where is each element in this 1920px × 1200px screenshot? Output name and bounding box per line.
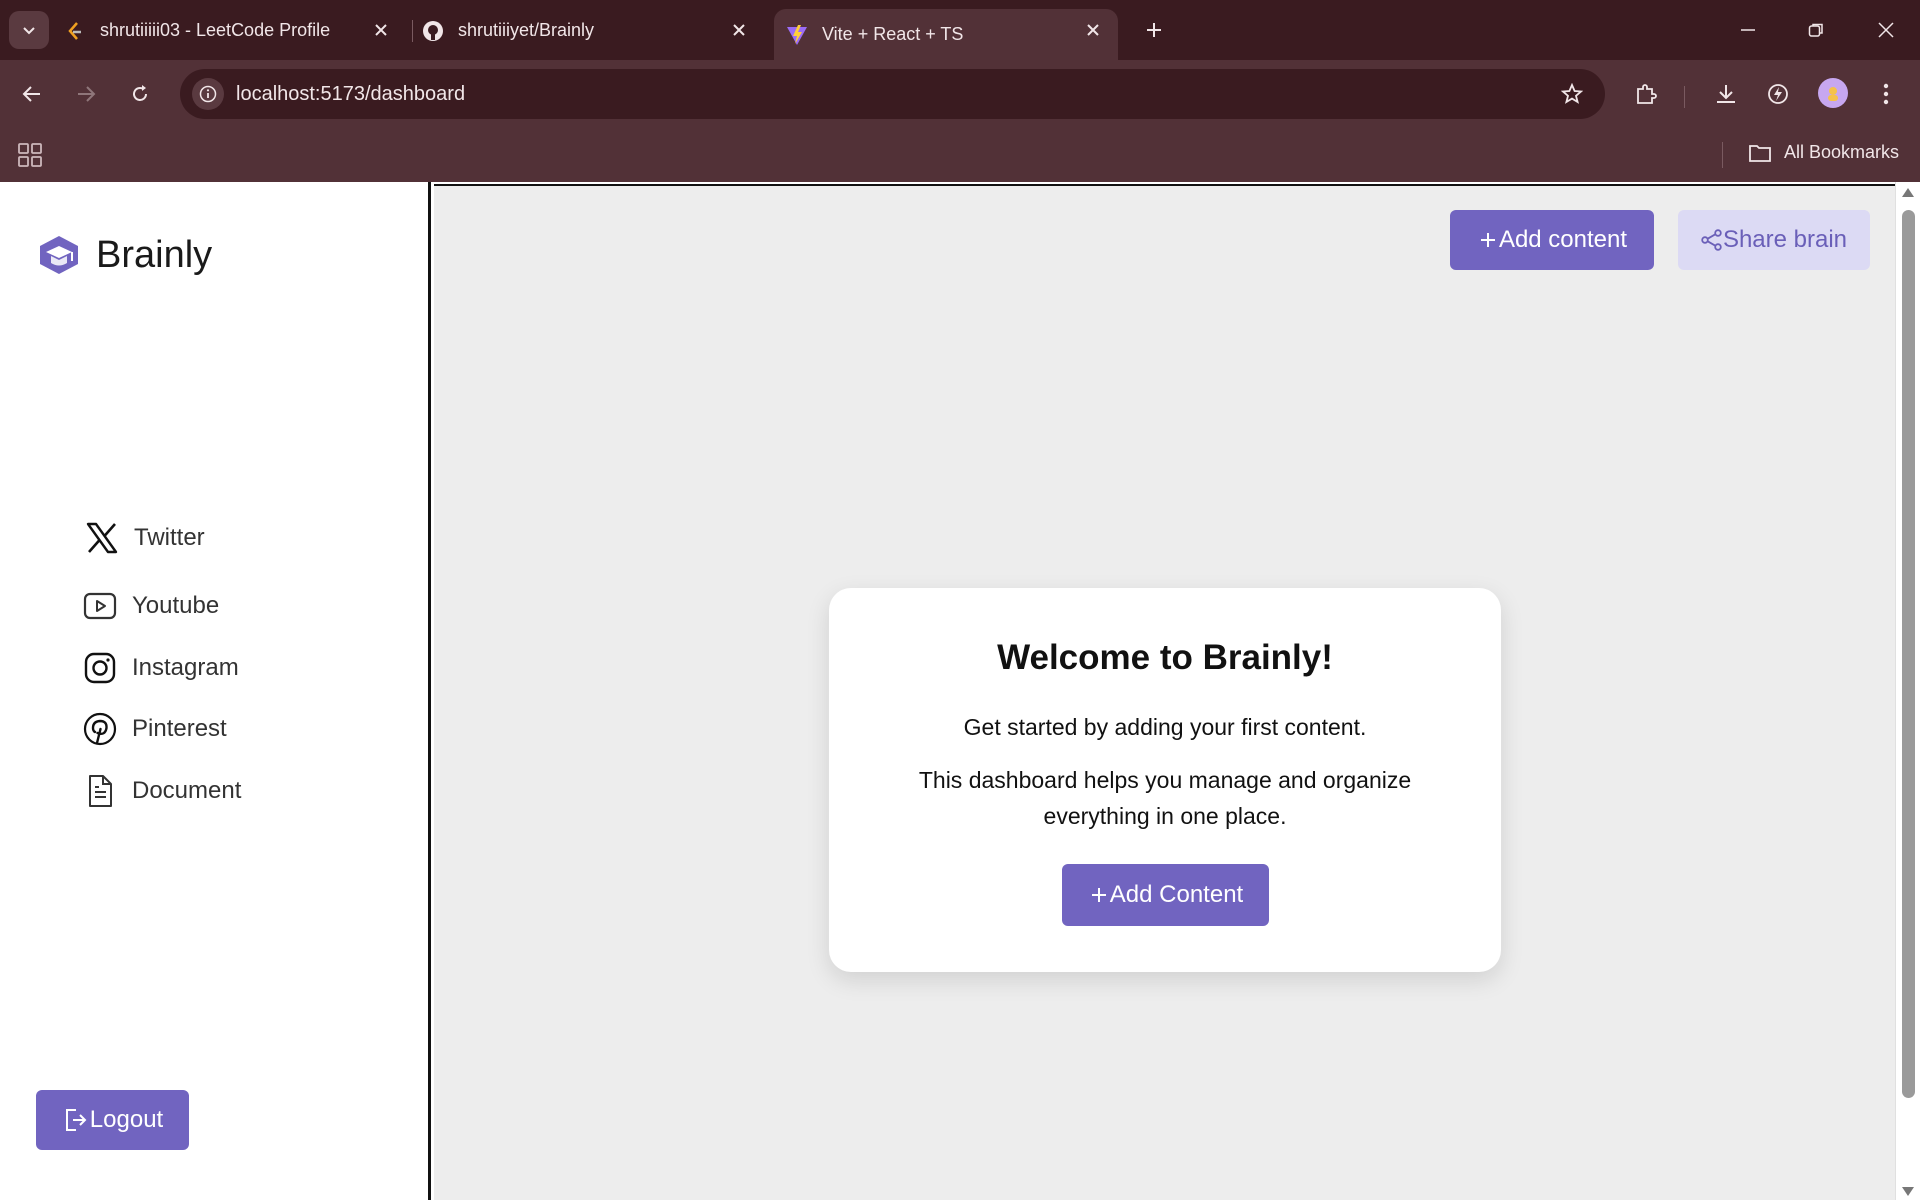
brand[interactable]: Brainly <box>36 232 212 278</box>
bookmarks-separator <box>1722 142 1723 168</box>
menu-kebab-icon[interactable] <box>1870 78 1902 110</box>
app-page: Brainly Twitter Youtube Instagram Pinter… <box>0 182 1920 1200</box>
vite-icon <box>786 24 808 46</box>
sidebar-item-pinterest[interactable]: Pinterest <box>82 711 227 747</box>
sidebar-item-label: Youtube <box>132 592 220 619</box>
sidebar-item-instagram[interactable]: Instagram <box>82 650 239 686</box>
all-bookmarks-button[interactable]: All Bookmarks <box>1748 142 1899 163</box>
page-scrollbar[interactable] <box>1895 182 1920 1200</box>
restore-button[interactable] <box>1796 12 1836 48</box>
address-bar[interactable]: localhost:5173/dashboard <box>180 69 1605 119</box>
welcome-card: Welcome to Brainly! Get started by addin… <box>829 588 1501 972</box>
bookmark-star-icon[interactable] <box>1559 81 1585 107</box>
new-tab-button[interactable] <box>1138 14 1170 46</box>
chevron-down-icon <box>23 27 35 35</box>
scrollbar-thumb[interactable] <box>1902 210 1915 1098</box>
sidebar-item-document[interactable]: Document <box>82 773 241 809</box>
sidebar-item-label: Document <box>132 777 242 804</box>
tab-title: Vite + React + TS <box>822 24 964 44</box>
bookmarks-bar: All Bookmarks <box>0 128 1920 182</box>
logout-icon <box>62 1107 88 1133</box>
tab-leetcode[interactable]: shrutiiiii03 - LeetCode Profile <box>64 9 406 52</box>
site-info-icon[interactable] <box>192 78 224 110</box>
sidebar-item-youtube[interactable]: Youtube <box>82 588 219 624</box>
document-icon <box>82 773 118 809</box>
avatar-icon <box>1828 87 1838 101</box>
reload-button[interactable] <box>122 76 158 112</box>
logout-button[interactable]: Logout <box>36 1090 189 1150</box>
welcome-add-content-label: Add Content <box>1109 881 1244 908</box>
leetcode-icon <box>64 20 86 42</box>
tab-title: shrutiiiyet/Brainly <box>458 20 595 40</box>
tab-title: shrutiiiii03 - LeetCode Profile <box>100 20 331 40</box>
x-twitter-icon <box>84 520 120 556</box>
apps-grid-icon[interactable] <box>16 141 44 169</box>
extensions-icon[interactable] <box>1630 78 1662 110</box>
arrow-right-icon <box>78 86 96 102</box>
add-content-button[interactable]: Add content <box>1450 210 1654 270</box>
scroll-down-arrow-icon[interactable] <box>1902 1187 1914 1196</box>
share-brain-label: Share brain <box>1722 226 1848 253</box>
brand-name: Brainly <box>96 233 213 276</box>
share-icon <box>1701 229 1723 251</box>
browser-toolbar: localhost:5173/dashboard <box>0 60 1920 128</box>
profile-avatar[interactable] <box>1818 78 1848 108</box>
back-button[interactable] <box>14 76 50 112</box>
toolbar-separator <box>1684 86 1685 108</box>
sidebar-item-label: Twitter <box>134 524 205 551</box>
performance-icon[interactable] <box>1762 78 1794 110</box>
youtube-icon <box>82 588 118 624</box>
close-icon <box>1878 22 1894 38</box>
minimize-button[interactable] <box>1728 12 1768 48</box>
minimize-icon <box>1741 29 1755 31</box>
tab-search-button[interactable] <box>9 11 49 49</box>
plus-icon <box>1477 229 1499 251</box>
all-bookmarks-label: All Bookmarks <box>1784 142 1900 162</box>
restore-icon <box>1808 23 1823 37</box>
arrow-left-icon <box>22 86 40 102</box>
close-tab-icon[interactable] <box>1082 19 1104 41</box>
close-window-button[interactable] <box>1866 12 1906 48</box>
sidebar-item-label: Pinterest <box>132 715 227 742</box>
sidebar: Brainly Twitter Youtube Instagram Pinter… <box>0 182 431 1200</box>
tab-vite[interactable]: Vite + React + TS <box>774 9 1118 60</box>
url-text: localhost:5173/dashboard <box>236 83 466 105</box>
scroll-up-arrow-icon[interactable] <box>1902 188 1914 197</box>
graduation-cap-logo-icon <box>40 236 78 274</box>
sidebar-item-label: Instagram <box>132 654 239 681</box>
forward-button[interactable] <box>68 76 104 112</box>
sidebar-item-twitter[interactable]: Twitter <box>84 520 205 556</box>
welcome-line-2: This dashboard helps you manage and orga… <box>918 767 1412 829</box>
add-content-label: Add content <box>1498 226 1628 253</box>
folder-icon <box>1749 144 1771 162</box>
close-tab-icon[interactable] <box>370 19 392 41</box>
welcome-add-content-button[interactable]: Add Content <box>1062 864 1269 926</box>
close-tab-icon[interactable] <box>728 19 750 41</box>
main-content: Add content Share brain Welcome to Brain… <box>434 184 1895 1200</box>
welcome-title: Welcome to Brainly! <box>997 638 1333 677</box>
share-brain-button[interactable]: Share brain <box>1678 210 1870 270</box>
pinterest-icon <box>82 711 118 747</box>
welcome-line-1: Get started by adding your first content… <box>963 714 1367 740</box>
instagram-icon <box>82 650 118 686</box>
reload-icon <box>133 85 147 101</box>
download-icon[interactable] <box>1710 78 1742 110</box>
plus-icon <box>1147 23 1161 37</box>
github-icon <box>422 20 444 42</box>
logout-label: Logout <box>89 1106 164 1133</box>
tab-strip: shrutiiiii03 - LeetCode Profile shrutiii… <box>0 0 1920 60</box>
tab-separator <box>412 20 413 42</box>
plus-icon <box>1088 884 1110 906</box>
tab-github[interactable]: shrutiiiyet/Brainly <box>422 9 764 52</box>
